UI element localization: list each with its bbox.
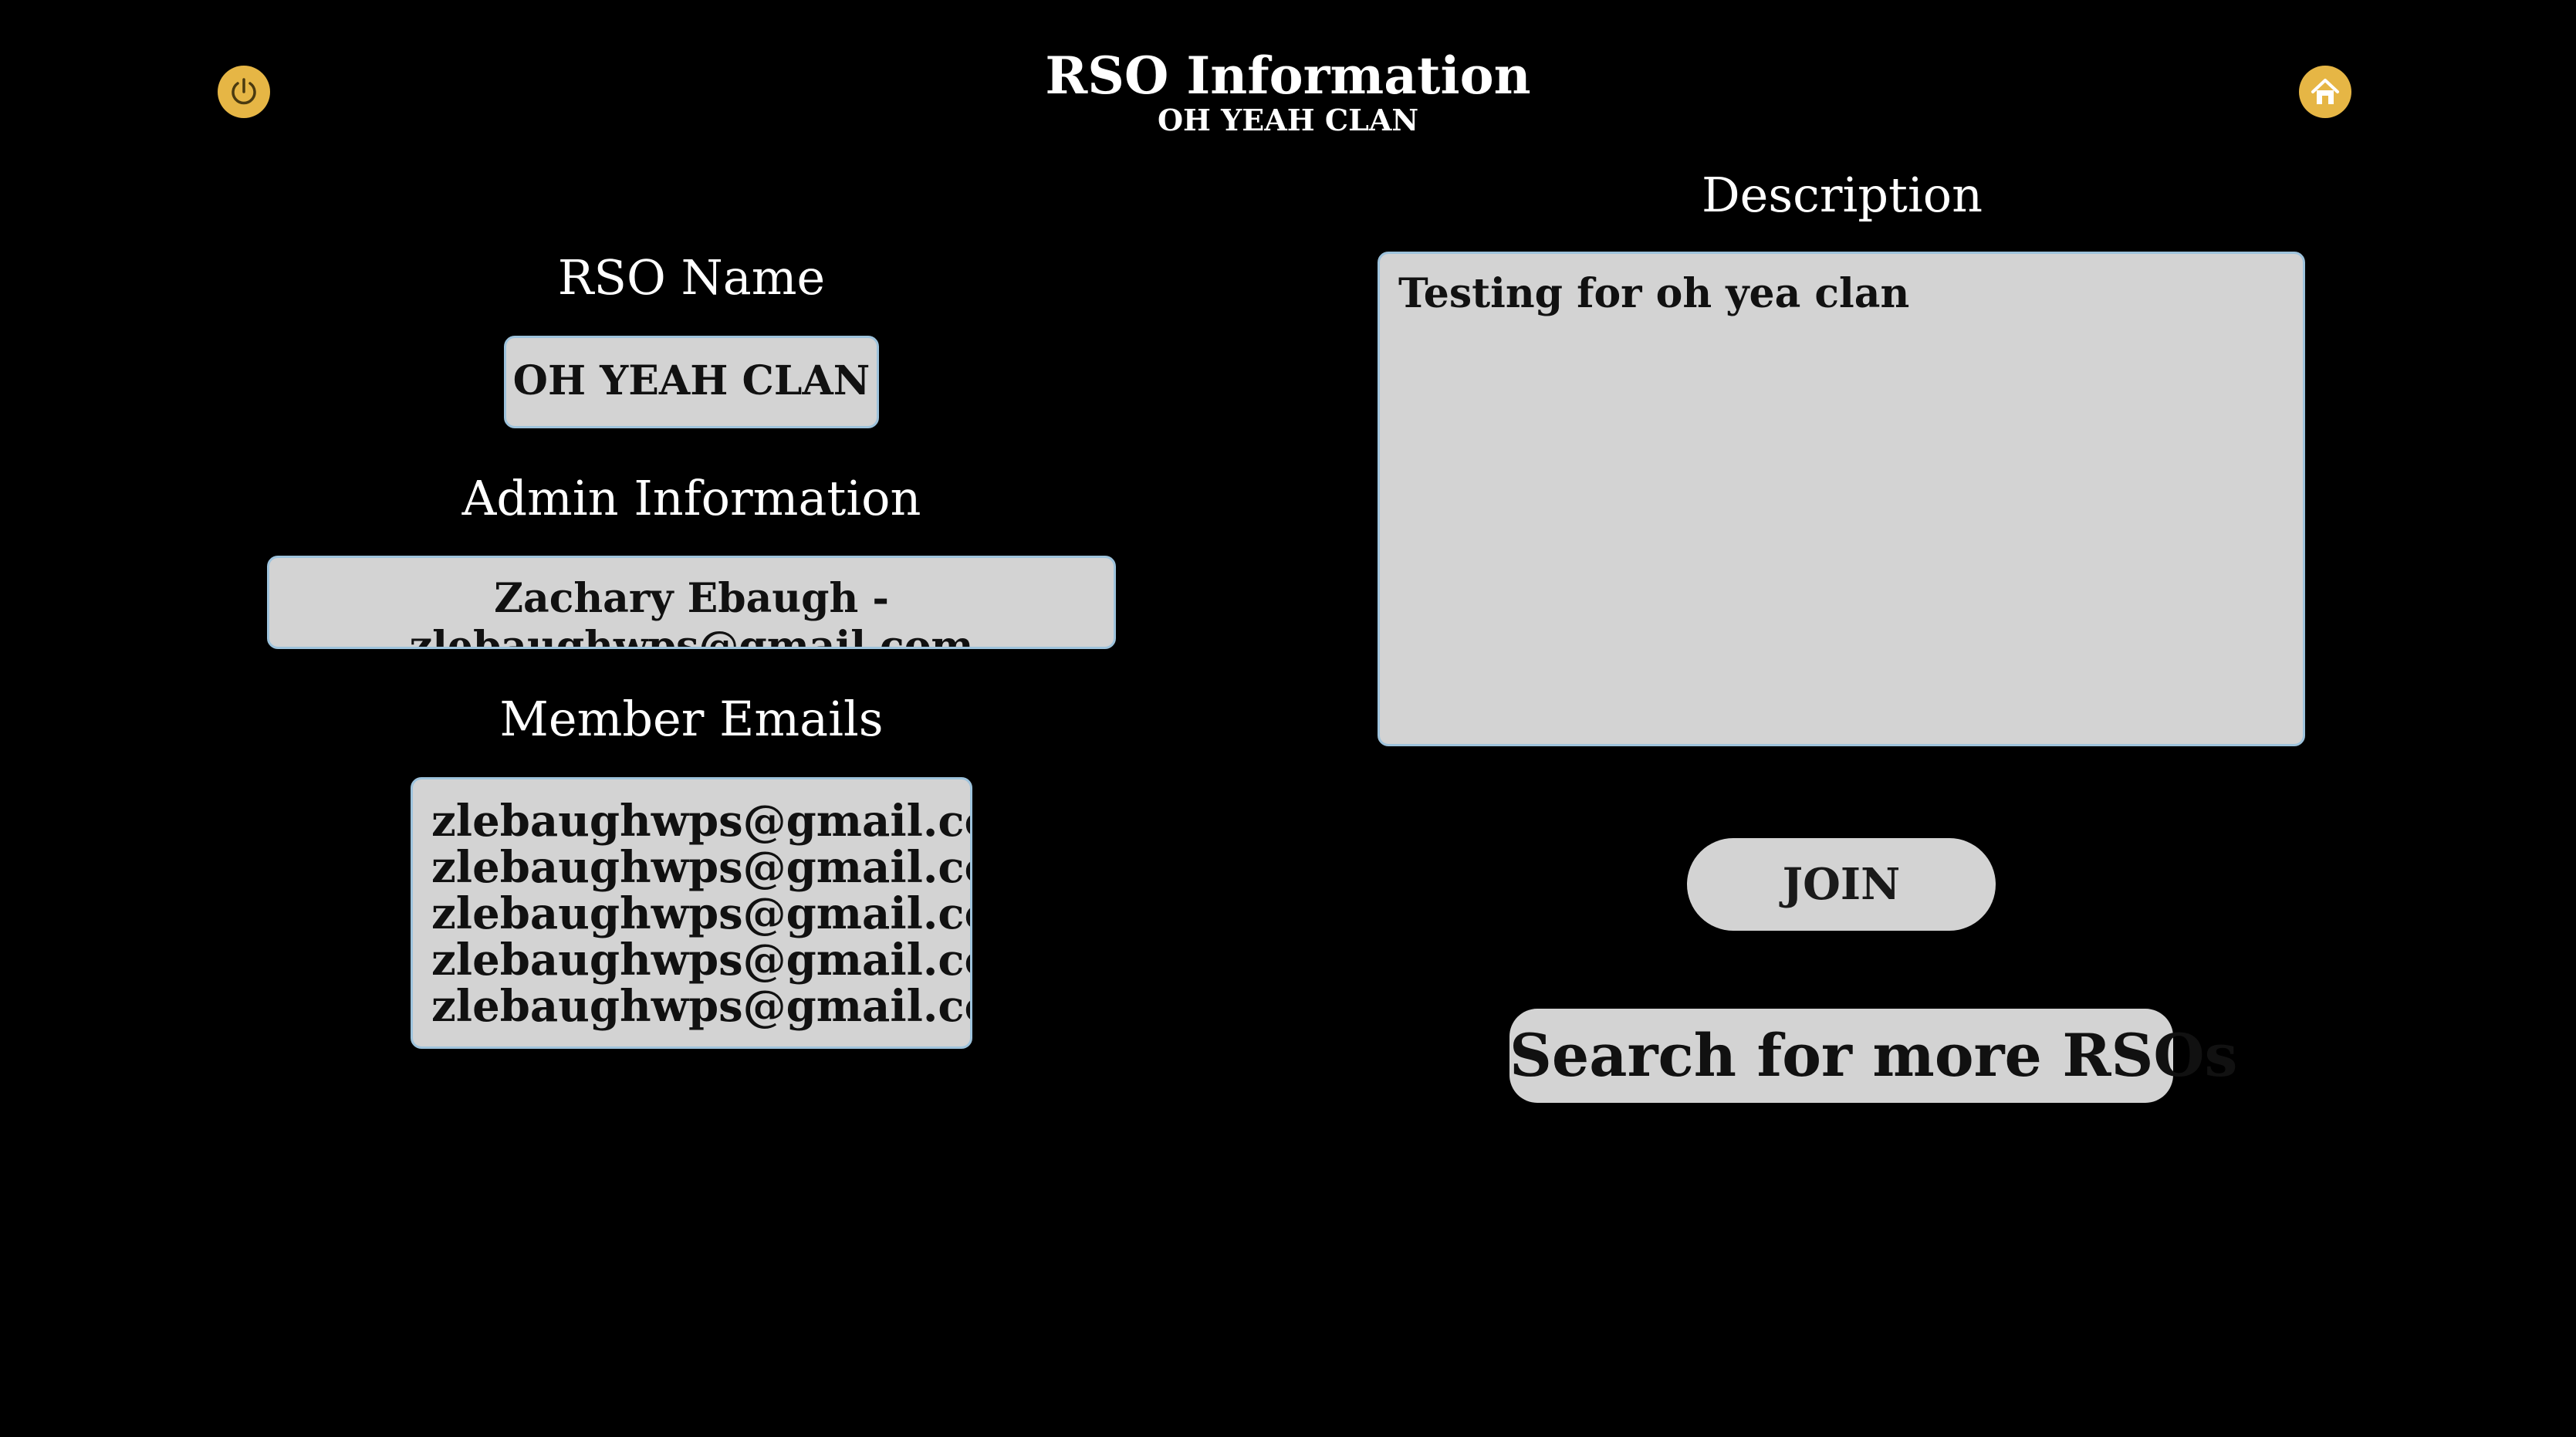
member-email: zlebaughwps@gmail.com [431, 981, 970, 1032]
rso-name-label: RSO Name [557, 249, 826, 306]
description-label: Description [1701, 167, 1983, 223]
join-button[interactable]: JOIN [1687, 838, 1996, 931]
admin-information-label: Admin Information [461, 470, 921, 526]
member-email: zlebaughwps@gmail.com [431, 796, 970, 847]
description-field: Testing for oh yea clan [1378, 252, 2305, 746]
member-email: zlebaughwps@gmail.com [431, 888, 970, 939]
rso-information-page: RSO Information OH YEAH CLAN RSO Name OH… [0, 0, 2576, 1437]
member-emails-label: Member Emails [499, 691, 884, 747]
search-more-rsos-button[interactable]: Search for more RSOs [1509, 1009, 2237, 1103]
member-emails-list: zlebaughwps@gmail.com zlebaughwps@gmail.… [411, 777, 972, 1049]
page-subtitle: OH YEAH CLAN [1157, 103, 1419, 137]
admin-information-field: Zachary Ebaugh - zlebaughwps@gmail.com [267, 556, 1116, 649]
member-email: zlebaughwps@gmail.com [431, 842, 970, 893]
home-button[interactable] [2299, 66, 2351, 118]
page-title: RSO Information [1045, 46, 1531, 106]
home-icon [2311, 79, 2339, 104]
member-email: zlebaughwps@gmail.com [431, 935, 970, 986]
rso-name-field: OH YEAH CLAN [504, 336, 879, 428]
